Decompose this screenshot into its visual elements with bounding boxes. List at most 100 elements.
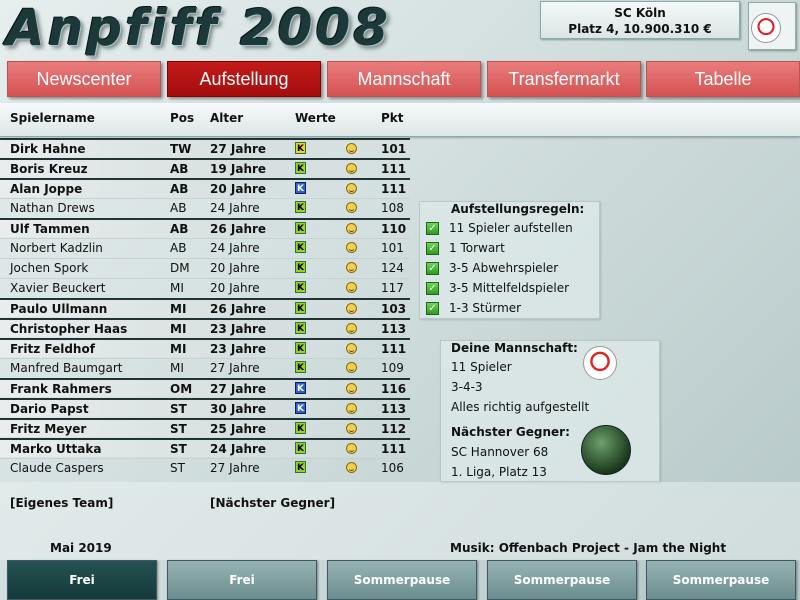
club-info-box: SC Köln Platz 4, 10.900.310 € <box>540 1 740 39</box>
player-row[interactable]: Alan JoppeAB20 Jahre111TZK <box>0 178 410 197</box>
stat-k-icon: K <box>295 222 306 234</box>
next-opponent-link[interactable]: [Nächster Gegner] <box>210 496 335 510</box>
player-points: 101 <box>381 241 404 255</box>
player-row[interactable]: Manfred BaumgartMI27 Jahre109TZK <box>0 358 410 377</box>
player-row[interactable]: Fritz FeldhofMI23 Jahre111TZK <box>0 338 410 357</box>
player-points: 106 <box>381 461 404 475</box>
check-icon: ✓ <box>426 262 439 275</box>
calendar-slot[interactable]: Sommerpause <box>646 560 796 600</box>
player-row[interactable]: Ulf TammenAB26 Jahre110TZK <box>0 218 410 237</box>
club-crest-icon[interactable] <box>748 2 796 50</box>
player-position: MI <box>170 302 187 316</box>
mood-smiley-icon <box>346 183 357 194</box>
player-row[interactable]: Claude CaspersST27 Jahre106TZK <box>0 458 410 477</box>
player-position: ST <box>170 422 187 436</box>
calendar-slot[interactable]: Sommerpause <box>487 560 637 600</box>
team-formation: 3-4-3 <box>451 380 483 394</box>
nav-newscenter-button[interactable]: Newscenter <box>7 61 161 97</box>
calendar-slot[interactable]: Frei <box>167 560 317 600</box>
player-age: 27 Jahre <box>210 382 267 396</box>
player-age: 20 Jahre <box>210 261 260 275</box>
calendar-slot[interactable]: Frei <box>7 560 157 600</box>
header-age[interactable]: Alter <box>210 111 243 125</box>
player-name: Boris Kreuz <box>10 162 88 176</box>
header-pkt[interactable]: Pkt <box>381 111 404 125</box>
player-points: 124 <box>381 261 404 275</box>
player-position: ST <box>170 402 187 416</box>
player-points: 111 <box>381 342 407 356</box>
player-row[interactable]: Fritz MeyerST25 Jahre112TZK <box>0 418 410 437</box>
player-age: 30 Jahre <box>210 402 267 416</box>
header-pos[interactable]: Pos <box>170 111 194 125</box>
player-age: 27 Jahre <box>210 461 260 475</box>
player-position: MI <box>170 361 184 375</box>
rule-item: ✓ 11 Spieler aufstellen <box>426 219 573 237</box>
player-age: 27 Jahre <box>210 361 260 375</box>
music-info: Musik: Offenbach Project - Jam the Night <box>450 541 727 555</box>
player-row[interactable]: Boris KreuzAB19 Jahre111TZK <box>0 158 410 177</box>
player-name: Dario Papst <box>10 402 89 416</box>
opponent-league: 1. Liga, Platz 13 <box>451 465 547 479</box>
player-position: AB <box>170 162 189 176</box>
player-name: Manfred Baumgart <box>10 361 123 375</box>
mood-smiley-icon <box>346 343 357 354</box>
mood-smiley-icon <box>346 282 357 293</box>
nav-mannschaft-button[interactable]: Mannschaft <box>327 61 481 97</box>
header-name[interactable]: Spielername <box>10 111 95 125</box>
player-row[interactable]: Paulo UllmannMI26 Jahre103TZK <box>0 298 410 317</box>
player-row[interactable]: Marko UttakaST24 Jahre111TZK <box>0 438 410 457</box>
player-name: Norbert Kadzlin <box>10 241 103 255</box>
club-name: SC Köln <box>614 6 666 20</box>
check-icon: ✓ <box>426 302 439 315</box>
player-position: AB <box>170 241 187 255</box>
player-name: Jochen Spork <box>10 261 89 275</box>
nav-aufstellung-button[interactable]: Aufstellung <box>167 61 321 97</box>
mood-smiley-icon <box>346 262 357 273</box>
player-age: 27 Jahre <box>210 142 267 156</box>
header-werte[interactable]: Werte <box>295 111 336 125</box>
player-row[interactable]: Dirk HahneTW27 Jahre101TZK <box>0 138 410 157</box>
mood-smiley-icon <box>346 303 357 314</box>
stat-k-icon: K <box>295 422 306 434</box>
player-points: 117 <box>381 281 404 295</box>
stat-k-icon: K <box>295 201 306 213</box>
player-name: Dirk Hahne <box>10 142 86 156</box>
player-points: 112 <box>381 422 407 436</box>
player-position: ST <box>170 461 185 475</box>
own-team-link[interactable]: [Eigenes Team] <box>10 496 113 510</box>
player-row[interactable]: Jochen SporkDM20 Jahre124TZK <box>0 258 410 277</box>
player-row[interactable]: Norbert KadzlinAB24 Jahre101TZK <box>0 238 410 257</box>
player-age: 25 Jahre <box>210 422 267 436</box>
player-position: MI <box>170 342 187 356</box>
stat-k-icon: K <box>295 342 306 354</box>
player-name: Nathan Drews <box>10 201 95 215</box>
stat-k-icon: K <box>295 461 306 473</box>
stat-k-icon: K <box>295 261 306 273</box>
player-points: 111 <box>381 442 407 456</box>
mood-smiley-icon <box>346 323 357 334</box>
nav-tabelle-button[interactable]: Tabelle <box>646 61 800 97</box>
player-position: AB <box>170 222 189 236</box>
player-table-header: Spielername Pos Alter Werte Pkt <box>0 103 800 137</box>
player-row[interactable]: Xavier BeuckertMI20 Jahre117TZK <box>0 278 410 297</box>
player-row[interactable]: Frank RahmersOM27 Jahre116TZK <box>0 378 410 397</box>
player-points: 110 <box>381 222 407 236</box>
nav-transfermarkt-button[interactable]: Transfermarkt <box>487 61 641 97</box>
team-status: Alles richtig aufgestellt <box>451 400 590 414</box>
player-row[interactable]: Christopher HaasMI23 Jahre113TZK <box>0 318 410 337</box>
stat-k-icon: K <box>295 382 306 394</box>
opponent-crest-icon[interactable] <box>581 425 631 475</box>
calendar-slot[interactable]: Sommerpause <box>327 560 477 600</box>
player-row[interactable]: Nathan DrewsAB24 Jahre108TZK <box>0 198 410 217</box>
rule-item: ✓ 1 Torwart <box>426 239 505 257</box>
player-age: 23 Jahre <box>210 322 267 336</box>
mood-smiley-icon <box>346 462 357 473</box>
player-row[interactable]: Dario PapstST30 Jahre113TZK <box>0 398 410 417</box>
stat-k-icon: K <box>295 241 306 253</box>
player-points: 111 <box>381 182 407 196</box>
main-navigation: Newscenter Aufstellung Mannschaft Transf… <box>0 61 800 97</box>
mood-smiley-icon <box>346 383 357 394</box>
mood-smiley-icon <box>346 443 357 454</box>
team-title: Deine Mannschaft: <box>451 341 578 355</box>
rule-item: ✓ 3-5 Mittelfeldspieler <box>426 279 569 297</box>
